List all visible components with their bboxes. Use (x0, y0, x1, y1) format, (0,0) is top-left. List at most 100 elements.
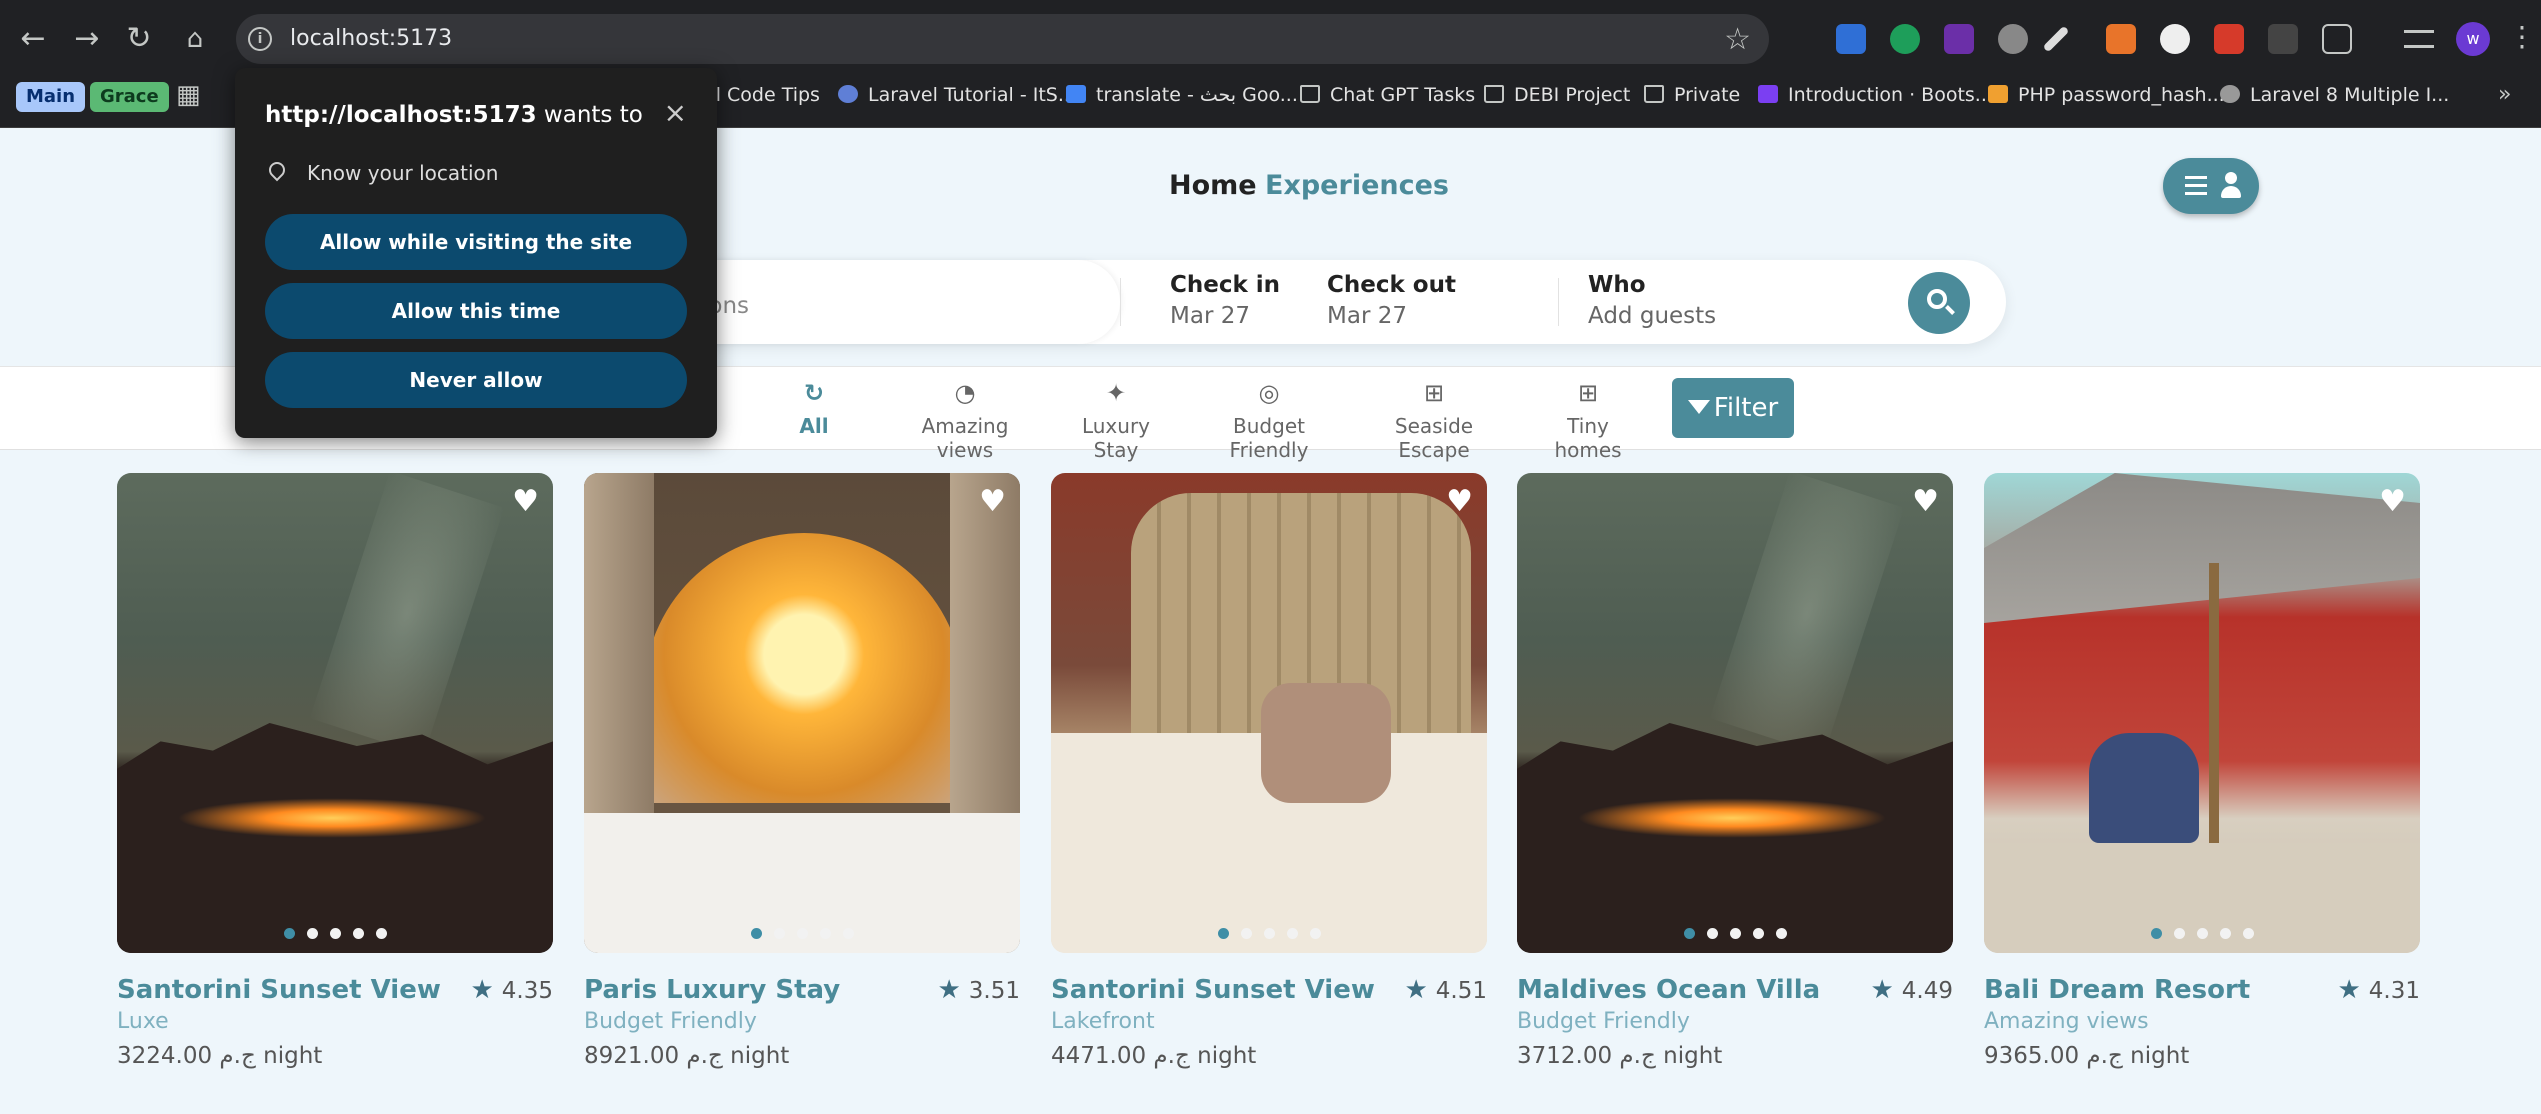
listing-category: Luxe (117, 1009, 169, 1034)
extension-icon[interactable] (2160, 24, 2190, 54)
category-all[interactable]: ↻ All (778, 374, 850, 444)
address-bar[interactable]: i localhost:5173 ☆ (236, 14, 1769, 64)
bookmark-star-icon[interactable]: ☆ (1724, 22, 1751, 57)
extension-icon[interactable] (2106, 24, 2136, 54)
tab-group-main[interactable]: Main (16, 82, 86, 112)
bookmarks-overflow-icon[interactable]: » (2498, 80, 2511, 110)
bookmark-item[interactable]: Private (1644, 80, 1740, 110)
bookmark-item[interactable]: Introduction · Boots... (1758, 80, 1993, 110)
heart-icon[interactable]: ♥ (2379, 487, 2406, 517)
listing-card[interactable]: ♥ Paris Luxury Stay ★ 3.51 Budget Friendl… (584, 473, 1020, 1069)
category-luxury-stay[interactable]: ✦ Luxury Stay (1058, 374, 1174, 462)
bookmark-label: Introduction · Boots... (1788, 84, 1993, 106)
permission-request: Know your location (307, 161, 499, 185)
image-carousel-dots[interactable] (1984, 924, 2420, 943)
image-carousel-dots[interactable] (117, 924, 553, 943)
star-icon: ★ (937, 975, 961, 1005)
category-label: Seaside Escape (1394, 414, 1474, 462)
profile-avatar[interactable]: w (2456, 22, 2490, 56)
extension-icon[interactable] (1944, 24, 1974, 54)
listing-rating: ★ 4.35 (470, 975, 553, 1005)
listing-title[interactable]: Santorini Sunset View (1051, 975, 1375, 1005)
bookmark-item[interactable]: Laravel Tutorial - ItS... (838, 80, 1076, 110)
category-label: Amazing views (921, 414, 1009, 462)
extension-icon[interactable] (2214, 24, 2244, 54)
close-icon[interactable]: × (664, 96, 687, 129)
extensions-puzzle-icon[interactable] (2322, 24, 2352, 54)
image-carousel-dots[interactable] (1051, 924, 1487, 943)
url-text[interactable]: localhost:5173 (290, 26, 452, 51)
listing-title[interactable]: Maldives Ocean Villa (1517, 975, 1820, 1005)
bookmark-item[interactable]: translate - بحث Goo... (1066, 80, 1298, 110)
heart-icon[interactable]: ♥ (512, 487, 539, 517)
reload-icon[interactable]: ↻ (122, 22, 156, 56)
extension-icon[interactable] (1836, 24, 1866, 54)
forward-icon[interactable]: → (70, 22, 104, 56)
listing-card[interactable]: ♥ Maldives Ocean Villa ★ 4.49 Budget Frie… (1517, 473, 1953, 1069)
listing-image[interactable]: ♥ (1051, 473, 1487, 953)
home-icon[interactable]: ⌂ (178, 22, 212, 56)
check-out-field[interactable]: Check out Mar 27 (1327, 260, 1497, 344)
filter-button[interactable]: Filter (1672, 378, 1794, 438)
browser-menu-icon[interactable]: ⋮ (2508, 20, 2536, 53)
category-tiny-homes[interactable]: ⊞ Tiny homes (1532, 374, 1644, 462)
bookmark-item[interactable]: Laravel 8 Multiple I... (2220, 80, 2449, 110)
permission-title: http://localhost:5173 wants to (265, 102, 643, 128)
search-icon (1927, 289, 1947, 309)
check-in-field[interactable]: Check in Mar 27 (1170, 260, 1320, 344)
listing-image[interactable]: ♥ (584, 473, 1020, 953)
listing-card[interactable]: ♥ Santorini Sunset View ★ 4.35 Luxe 3224.… (117, 473, 553, 1069)
pie-chart-icon: ◔ (954, 379, 976, 407)
bookmark-item[interactable]: PHP password_hash... (1988, 80, 2225, 110)
image-carousel-dots[interactable] (584, 924, 1020, 943)
listing-image[interactable]: ♥ (1517, 473, 1953, 953)
listing-rating: ★ 4.49 (1870, 975, 1953, 1005)
listing-card[interactable]: ♥ Santorini Sunset View ★ 4.51 Lakefront … (1051, 473, 1487, 1069)
bookmark-item[interactable]: DEBI Project (1484, 80, 1630, 110)
guests-field[interactable]: Who Add guests (1588, 260, 1868, 344)
grammarly-icon[interactable] (1890, 24, 1920, 54)
category-seaside-escape[interactable]: ⊞ Seaside Escape (1360, 374, 1508, 462)
never-allow-button[interactable]: Never allow (265, 352, 687, 408)
listing-rating: ★ 4.51 (1404, 975, 1487, 1005)
search-bar: ions Check in Mar 27 Check out Mar 27 Wh… (640, 260, 2006, 344)
back-icon[interactable]: ← (16, 22, 50, 56)
category-budget-friendly[interactable]: ◎ Budget Friendly (1196, 374, 1342, 462)
color-picker-icon[interactable] (2042, 25, 2070, 53)
listing-card[interactable]: ♥ Bali Dream Resort ★ 4.31 Amazing views … (1984, 473, 2420, 1069)
nav-experiences[interactable]: Experiences (1265, 170, 1449, 201)
listing-title[interactable]: Santorini Sunset View (117, 975, 441, 1005)
check-in-value: Mar 27 (1170, 303, 1250, 329)
listing-title[interactable]: Bali Dream Resort (1984, 975, 2250, 1005)
apps-grid-icon[interactable]: ▦ (176, 80, 201, 110)
listing-title[interactable]: Paris Luxury Stay (584, 975, 840, 1005)
bootstrap-icon (1758, 85, 1778, 103)
media-control-icon[interactable] (2404, 30, 2434, 48)
nav-home[interactable]: Home (1169, 170, 1257, 201)
site-info-icon[interactable]: i (248, 27, 272, 51)
tab-group-grace[interactable]: Grace (90, 82, 169, 112)
permission-origin: http://localhost:5173 (265, 102, 537, 128)
bookmark-label: Laravel 8 Multiple I... (2250, 84, 2450, 106)
heart-icon[interactable]: ♥ (979, 487, 1006, 517)
heart-icon[interactable]: ♥ (1446, 487, 1473, 517)
permission-suffix: wants to (536, 102, 643, 128)
listing-image[interactable]: ♥ (1984, 473, 2420, 953)
listing-category: Amazing views (1984, 1009, 2149, 1034)
globe-icon[interactable] (1998, 24, 2028, 54)
listing-price: 3712.00 ج.م night (1517, 1043, 1723, 1069)
user-menu-button[interactable] (2163, 158, 2259, 214)
search-button[interactable] (1908, 272, 1970, 334)
allow-this-time-button[interactable]: Allow this time (265, 283, 687, 339)
image-carousel-dots[interactable] (1517, 924, 1953, 943)
filter-label: Filter (1713, 393, 1779, 423)
bookmark-item[interactable]: el Code Tips (704, 80, 820, 110)
location-permission-dialog: http://localhost:5173 wants to × Know yo… (235, 68, 717, 438)
listing-image[interactable]: ♥ (117, 473, 553, 953)
extension-icon[interactable] (2268, 24, 2298, 54)
heart-icon[interactable]: ♥ (1912, 487, 1939, 517)
bookmark-item[interactable]: Chat GPT Tasks (1300, 80, 1475, 110)
allow-while-visiting-button[interactable]: Allow while visiting the site (265, 214, 687, 270)
refresh-icon: ↻ (803, 379, 825, 407)
category-amazing-views[interactable]: ◔ Amazing views (893, 374, 1037, 462)
